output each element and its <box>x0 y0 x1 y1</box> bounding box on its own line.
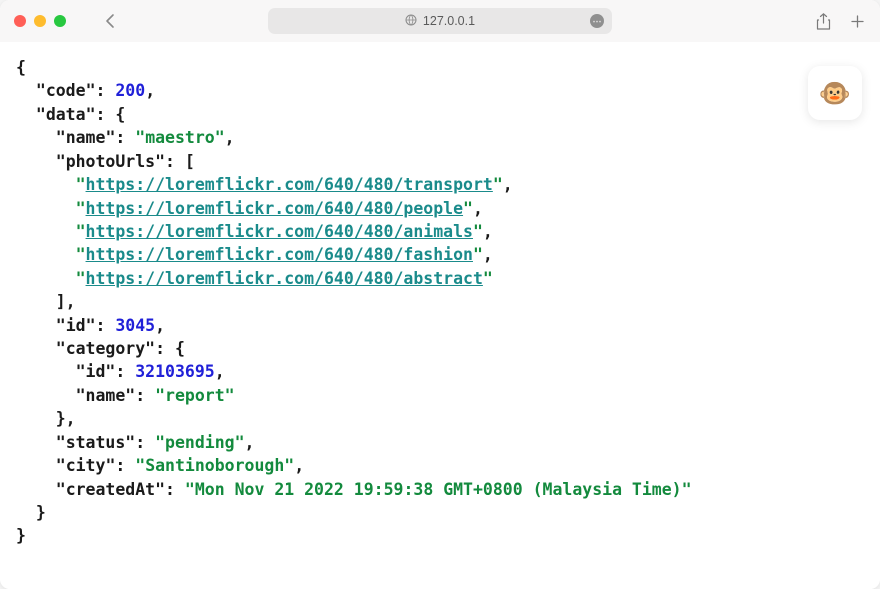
plus-icon <box>850 14 865 29</box>
maximize-window-button[interactable] <box>54 15 66 27</box>
json-city-value: "Santinoborough" <box>135 456 294 475</box>
json-createdat-value: "Mon Nov 21 2022 19:59:38 GMT+0800 (Mala… <box>185 480 692 499</box>
json-name-value: "maestro" <box>135 128 224 147</box>
photo-url-link[interactable]: https://loremflickr.com/640/480/animals <box>86 222 473 241</box>
titlebar: 127.0.0.1 ⋯ <box>0 0 880 42</box>
back-button[interactable] <box>98 9 122 33</box>
json-viewer: { "code": 200, "data": { "name": "maestr… <box>0 42 880 562</box>
page-content: 🐵 { "code": 200, "data": { "name": "maes… <box>0 42 880 589</box>
minimize-window-button[interactable] <box>34 15 46 27</box>
close-window-button[interactable] <box>14 15 26 27</box>
photo-url-link[interactable]: https://loremflickr.com/640/480/abstract <box>86 269 483 288</box>
photo-url-link[interactable]: https://loremflickr.com/640/480/people <box>86 199 464 218</box>
photo-url-link[interactable]: https://loremflickr.com/640/480/fashion <box>86 245 473 264</box>
globe-icon <box>405 14 417 29</box>
json-code-value: 200 <box>115 81 145 100</box>
share-button[interactable] <box>814 12 832 30</box>
reader-icon[interactable]: ⋯ <box>590 14 604 28</box>
share-icon <box>816 13 831 30</box>
monkey-icon: 🐵 <box>819 78 851 109</box>
traffic-lights <box>14 15 66 27</box>
json-category-name-value: "report" <box>155 386 234 405</box>
json-status-value: "pending" <box>155 433 244 452</box>
browser-window: 127.0.0.1 ⋯ 🐵 { "code": 200, "data": { "… <box>0 0 880 589</box>
toolbar-right <box>814 12 866 30</box>
chevron-left-icon <box>105 13 115 29</box>
json-category-id-value: 32103695 <box>135 362 214 381</box>
photo-url-link[interactable]: https://loremflickr.com/640/480/transpor… <box>86 175 493 194</box>
json-id-value: 3045 <box>115 316 155 335</box>
extension-badge[interactable]: 🐵 <box>808 66 862 120</box>
new-tab-button[interactable] <box>848 12 866 30</box>
address-text: 127.0.0.1 <box>423 14 475 28</box>
address-bar[interactable]: 127.0.0.1 ⋯ <box>268 8 612 34</box>
